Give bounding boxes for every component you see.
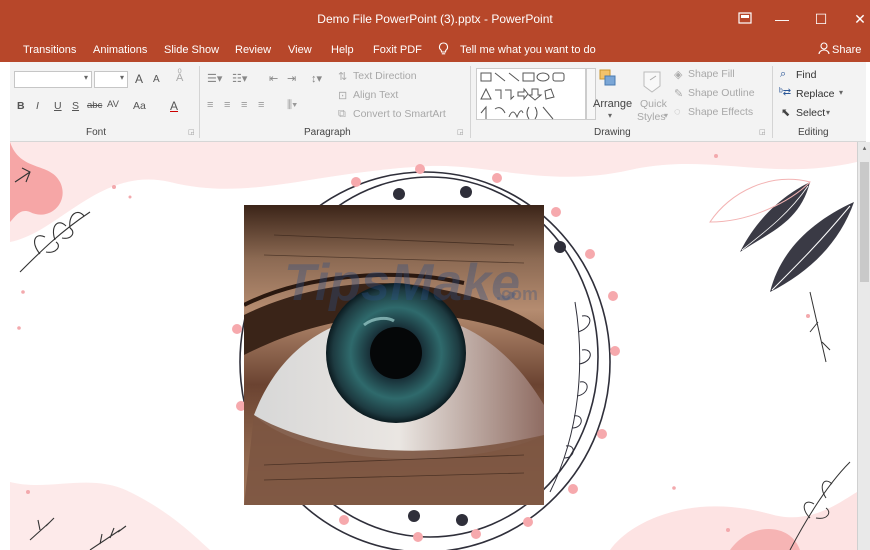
quick-styles-button-line2[interactable]: Styles [637,111,666,123]
smartart-icon: ⧉ [338,108,346,120]
tab-transitions[interactable]: Transitions [23,44,76,56]
align-center-icon[interactable]: ≡ [224,99,230,111]
columns-icon[interactable]: ⫼▾ [287,99,297,112]
strikethrough-button[interactable]: abc [87,100,102,111]
tab-animations[interactable]: Animations [93,44,147,56]
shape-outline-icon: ✎ [674,88,684,100]
scroll-up-arrow-icon[interactable]: ▴ [860,144,869,152]
shapes-gallery[interactable] [476,68,586,120]
grow-font-button[interactable]: A [135,72,143,86]
scrollbar-thumb[interactable] [860,162,869,282]
arrange-dropdown-icon[interactable]: ▾ [608,111,612,120]
editing-group-label: Editing [798,127,829,138]
separator [470,66,471,138]
underline-button[interactable]: U [54,100,62,112]
font-name-combo[interactable] [14,71,92,88]
italic-button[interactable]: I [36,100,39,112]
tab-review[interactable]: Review [235,44,271,56]
ribbon: ▾ ▾ A A Aͦ B I U S abc AV Aa A Font ◲ ☰▾… [10,62,866,142]
change-case-button[interactable]: Aa [133,100,146,112]
replace-icon: ᵇ⇄ [779,87,792,98]
shape-fill-icon: ◈ [674,69,683,81]
replace-button[interactable]: Replace [796,88,835,100]
title-bar: Demo File PowerPoint (3).pptx - PowerPoi… [0,0,870,38]
share-button[interactable]: Share [832,44,861,56]
replace-dropdown-icon[interactable]: ▾ [839,88,843,97]
tab-slide-show[interactable]: Slide Show [164,44,219,56]
arrange-icon [598,68,618,90]
shape-fill-button[interactable]: Shape Fill [688,68,735,80]
shrink-font-button[interactable]: A [153,74,160,85]
user-icon [818,42,830,58]
drawing-group-label: Drawing [594,127,631,138]
text-direction-button[interactable]: Text Direction [353,70,417,82]
align-right-icon[interactable]: ≡ [241,99,247,111]
decrease-indent-icon[interactable]: ⇤ [269,72,278,85]
restore-icon [738,12,752,24]
shadow-button[interactable]: S [72,100,79,112]
shape-effects-icon: ◌ [674,106,681,118]
font-dialog-launcher-icon[interactable]: ◲ [188,128,195,136]
quick-styles-dropdown-icon[interactable]: ▾ [664,111,668,120]
shape-effects-button[interactable]: Shape Effects [688,106,753,118]
vertical-scrollbar[interactable]: ▴ [857,142,870,550]
arrange-button[interactable]: Arrange [593,98,632,110]
tell-me-search[interactable]: Tell me what you want to do [460,44,596,56]
paragraph-dialog-launcher-icon[interactable]: ◲ [457,128,464,136]
quick-styles-button-line1[interactable]: Quick [640,98,667,110]
bullets-icon[interactable]: ☰▾ [207,72,222,85]
align-left-icon[interactable]: ≡ [207,99,213,111]
select-cursor-icon: ⬉ [781,107,791,119]
maximize-button[interactable]: ☐ [806,8,836,30]
shape-outline-button[interactable]: Shape Outline [688,87,755,99]
character-spacing-button[interactable]: AV [107,99,119,110]
close-button[interactable]: ✕ [845,8,870,30]
paragraph-group-label: Paragraph [304,127,351,138]
drawing-dialog-launcher-icon[interactable]: ◲ [759,128,766,136]
slide-canvas[interactable]: TipsMake .com [10,142,857,550]
minimize-button[interactable]: — [767,8,797,30]
ribbon-tabs: Transitions Animations Slide Show Review… [0,38,870,62]
bold-button[interactable]: B [17,100,25,112]
quick-styles-icon [640,68,664,94]
tab-help[interactable]: Help [331,44,354,56]
ribbon-display-options-button[interactable] [730,8,760,30]
separator [772,66,773,138]
watermark-text: TipsMake [284,254,520,312]
tab-view[interactable]: View [288,44,312,56]
lightbulb-icon [438,42,449,58]
numbering-icon[interactable]: ☷▾ [232,72,247,85]
convert-smartart-button[interactable]: Convert to SmartArt [353,108,446,120]
line-spacing-icon[interactable]: ↕▾ [311,72,322,85]
select-dropdown-icon[interactable]: ▾ [826,108,830,117]
separator [199,66,200,138]
find-button[interactable]: Find [796,69,816,81]
select-button[interactable]: Select [796,107,825,119]
justify-icon[interactable]: ≡ [258,99,264,111]
text-direction-icon: ⇅ [338,71,348,83]
font-color-button[interactable]: A [170,99,178,113]
eye-photo[interactable]: TipsMake .com [244,205,544,505]
shapes-gallery-scroll[interactable] [586,68,596,120]
clear-formatting-icon[interactable]: Aͦ [176,72,183,84]
font-size-dropdown-icon[interactable]: ▾ [120,73,124,82]
increase-indent-icon[interactable]: ⇥ [287,72,296,85]
align-text-button[interactable]: Align Text [353,89,398,101]
align-text-icon: ⊡ [338,90,348,102]
tab-foxit-pdf[interactable]: Foxit PDF [373,44,422,56]
font-name-dropdown-icon[interactable]: ▾ [84,73,88,82]
find-icon: ⌕ [780,68,787,80]
watermark-suffix: .com [496,284,538,304]
font-group-label: Font [86,127,107,138]
